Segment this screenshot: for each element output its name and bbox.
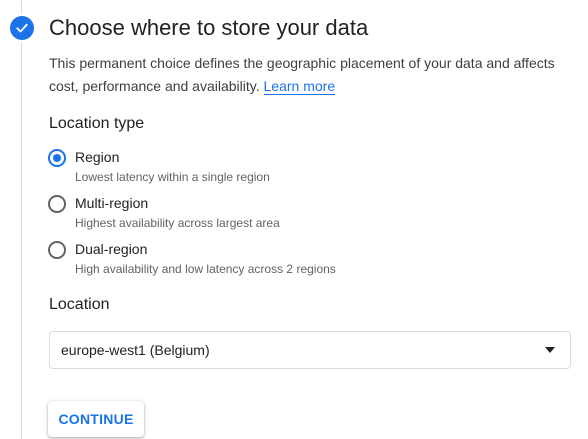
radio-button-checked[interactable] (48, 149, 66, 167)
radio-label-dual-region: Dual-region (75, 241, 148, 257)
location-type-heading: Location type (49, 115, 145, 132)
location-select-value: europe-west1 (Belgium) (61, 342, 210, 358)
learn-more-link[interactable]: Learn more (263, 78, 336, 95)
radio-label-multi-region: Multi-region (75, 195, 149, 211)
location-heading: Location (49, 296, 110, 313)
radio-button-unchecked[interactable] (48, 241, 66, 259)
step-title: Choose where to store your data (49, 15, 369, 40)
caret-down-icon[interactable] (545, 347, 555, 353)
radio-help-multi-region: Highest availability across largest area (75, 216, 280, 230)
radio-option-region[interactable]: Region Lowest latency within a single re… (48, 148, 270, 186)
radio-option-dual-region[interactable]: Dual-region High availability and low la… (48, 240, 336, 278)
check-icon (16, 23, 28, 33)
step-complete-check-icon (10, 16, 34, 40)
location-select[interactable]: europe-west1 (Belgium) (49, 331, 571, 369)
radio-help-dual-region: High availability and low latency across… (75, 262, 336, 276)
radio-help-region: Lowest latency within a single region (75, 170, 270, 184)
stepper-connector-top (21, 0, 22, 14)
continue-button[interactable]: CONTINUE (48, 401, 144, 437)
step-description: This permanent choice defines the geogra… (49, 52, 579, 98)
radio-button-unchecked[interactable] (48, 195, 66, 213)
radio-option-multi-region[interactable]: Multi-region Highest availability across… (48, 194, 280, 232)
radio-label-region: Region (75, 149, 120, 165)
radio-dot (53, 154, 61, 162)
stepper-connector (21, 42, 22, 439)
